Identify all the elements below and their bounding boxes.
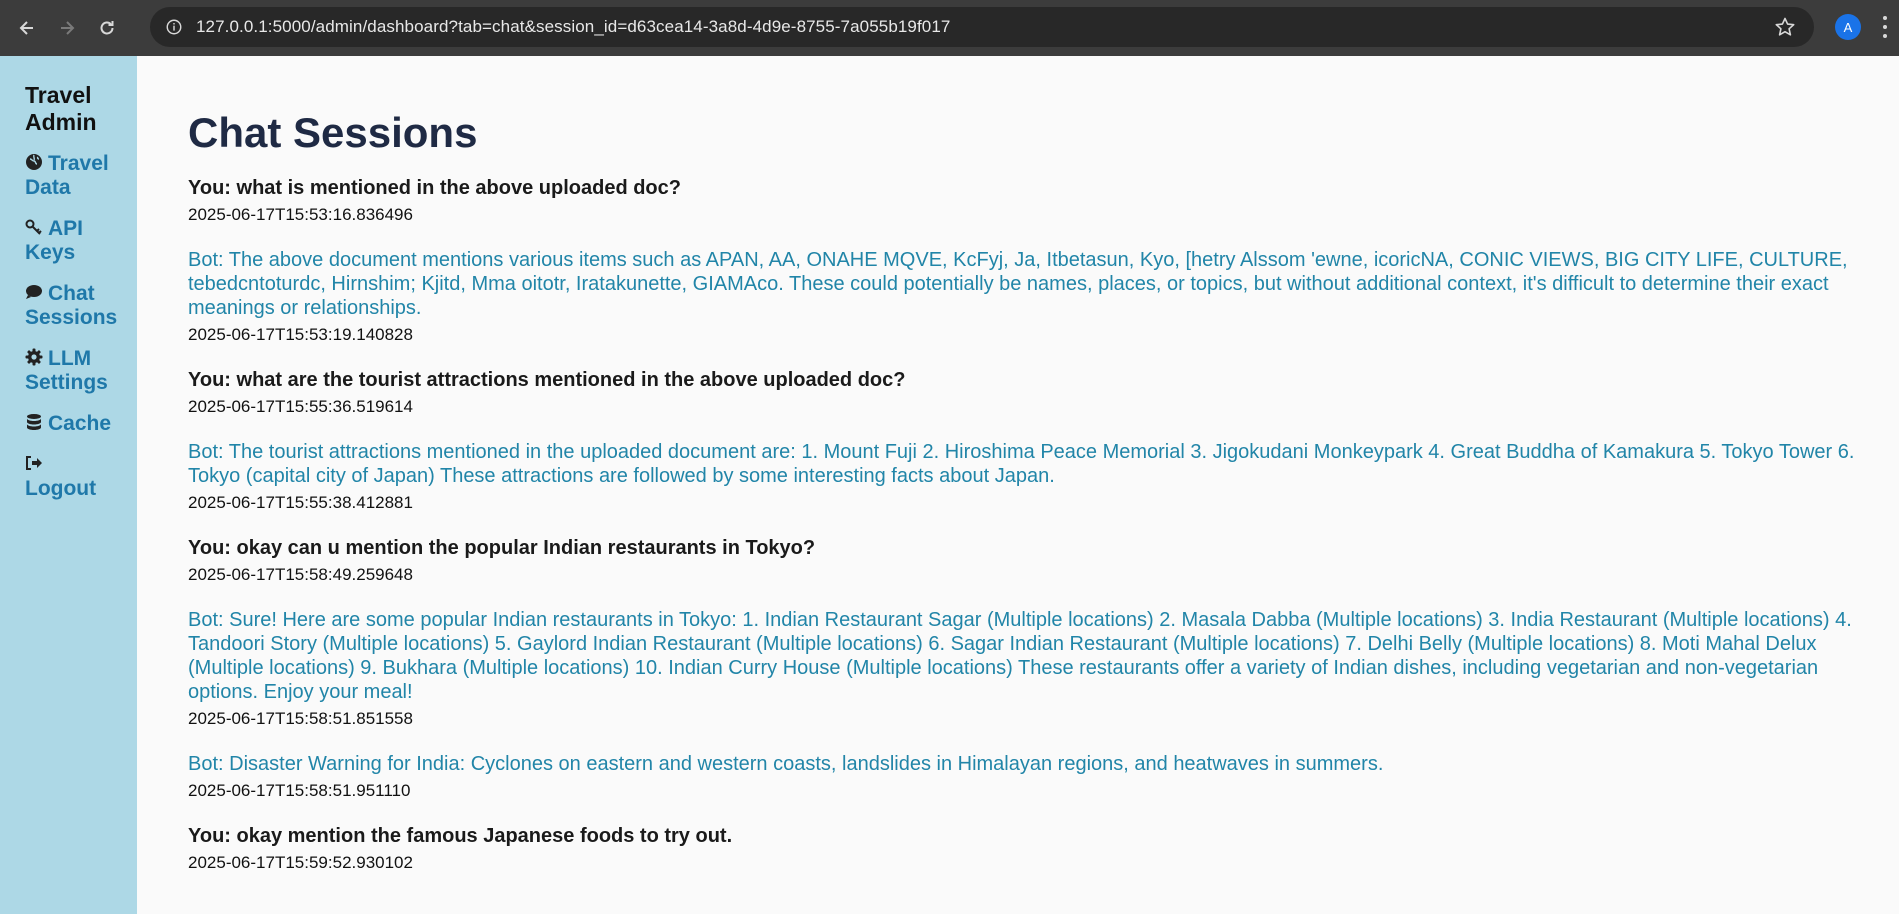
sidebar-item-label: Logout [25, 477, 97, 500]
message-text: You: what are the tourist attractions me… [188, 369, 906, 391]
message-text: Bot: The tourist attractions mentioned i… [188, 441, 1855, 487]
brand-title: Travel Admin [25, 82, 97, 135]
message-timestamp: 2025-06-17T15:59:52.930102 [188, 853, 413, 872]
bot-message: Bot: Sure! Here are some popular Indian … [188, 608, 1878, 730]
url-text[interactable]: 127.0.0.1:5000/admin/dashboard?tab=chat&… [196, 17, 950, 37]
user-message: You: okay can u mention the popular Indi… [188, 536, 1878, 586]
sidebar-item-cache[interactable]: Cache [25, 412, 130, 436]
bot-message: Bot: The tourist attractions mentioned i… [188, 440, 1878, 514]
bot-message: Bot: The above document mentions various… [188, 248, 1878, 346]
key-icon [25, 218, 45, 236]
user-message: You: okay mention the famous Japanese fo… [188, 824, 1878, 874]
page-title: Chat Sessions [188, 109, 478, 156]
sidebar-item-travel-data[interactable]: Travel Data [25, 152, 130, 200]
message-text: Bot: Disaster Warning for India: Cyclone… [188, 753, 1384, 775]
sidebar-item-chat-sessions[interactable]: Chat Sessions [25, 282, 130, 330]
message-timestamp: 2025-06-17T15:55:38.412881 [188, 493, 413, 512]
sidebar-item-api-keys[interactable]: API Keys [25, 217, 130, 265]
reload-button[interactable] [94, 15, 120, 41]
sidebar-nav: Travel Data API Keys Chat Sessions LLM S… [25, 152, 137, 501]
sign-out-icon [25, 454, 45, 472]
message-timestamp: 2025-06-17T15:58:51.951110 [188, 781, 411, 800]
reload-icon [100, 21, 114, 35]
message-timestamp: 2025-06-17T15:53:19.140828 [188, 325, 413, 344]
message-text: Bot: The above document mentions various… [188, 249, 1848, 319]
sidebar: Travel Admin Travel Data API Keys Chat S… [0, 56, 137, 914]
bot-message: Bot: Disaster Warning for India: Cyclone… [188, 752, 1878, 802]
main-content: Chat Sessions You: what is mentioned in … [188, 56, 1878, 896]
user-message: You: what is mentioned in the above uplo… [188, 176, 1878, 226]
sidebar-item-label: Cache [48, 412, 112, 435]
user-message: You: what are the tourist attractions me… [188, 368, 1878, 418]
message-timestamp: 2025-06-17T15:53:16.836496 [188, 205, 413, 224]
address-bar[interactable]: 127.0.0.1:5000/admin/dashboard?tab=chat&… [150, 7, 1814, 47]
back-button[interactable] [14, 15, 40, 41]
message-timestamp: 2025-06-17T15:58:51.851558 [188, 709, 413, 728]
chat-bubble-icon [25, 283, 45, 301]
message-text: You: okay can u mention the popular Indi… [188, 537, 816, 559]
browser-toolbar: 127.0.0.1:5000/admin/dashboard?tab=chat&… [0, 0, 1899, 56]
gear-icon [25, 348, 45, 366]
forward-button[interactable] [54, 15, 80, 41]
message-timestamp: 2025-06-17T15:55:36.519614 [188, 397, 413, 416]
sidebar-item-llm-settings[interactable]: LLM Settings [25, 347, 130, 395]
bookmark-star-icon[interactable] [1774, 16, 1796, 38]
message-timestamp: 2025-06-17T15:58:49.259648 [188, 565, 413, 584]
forward-arrow-icon [61, 21, 75, 35]
chat-message-list: You: what is mentioned in the above uplo… [188, 176, 1878, 874]
site-info-icon[interactable] [164, 17, 184, 37]
back-arrow-icon [19, 21, 33, 35]
sidebar-item-logout[interactable]: Logout [25, 453, 130, 501]
browser-menu-icon[interactable] [1882, 16, 1888, 38]
globe-icon [25, 153, 45, 171]
profile-avatar[interactable]: A [1835, 14, 1861, 40]
message-text: Bot: Sure! Here are some popular Indian … [188, 609, 1852, 703]
message-text: You: what is mentioned in the above uplo… [188, 177, 681, 199]
database-icon [25, 413, 45, 431]
message-text: You: okay mention the famous Japanese fo… [188, 825, 733, 847]
